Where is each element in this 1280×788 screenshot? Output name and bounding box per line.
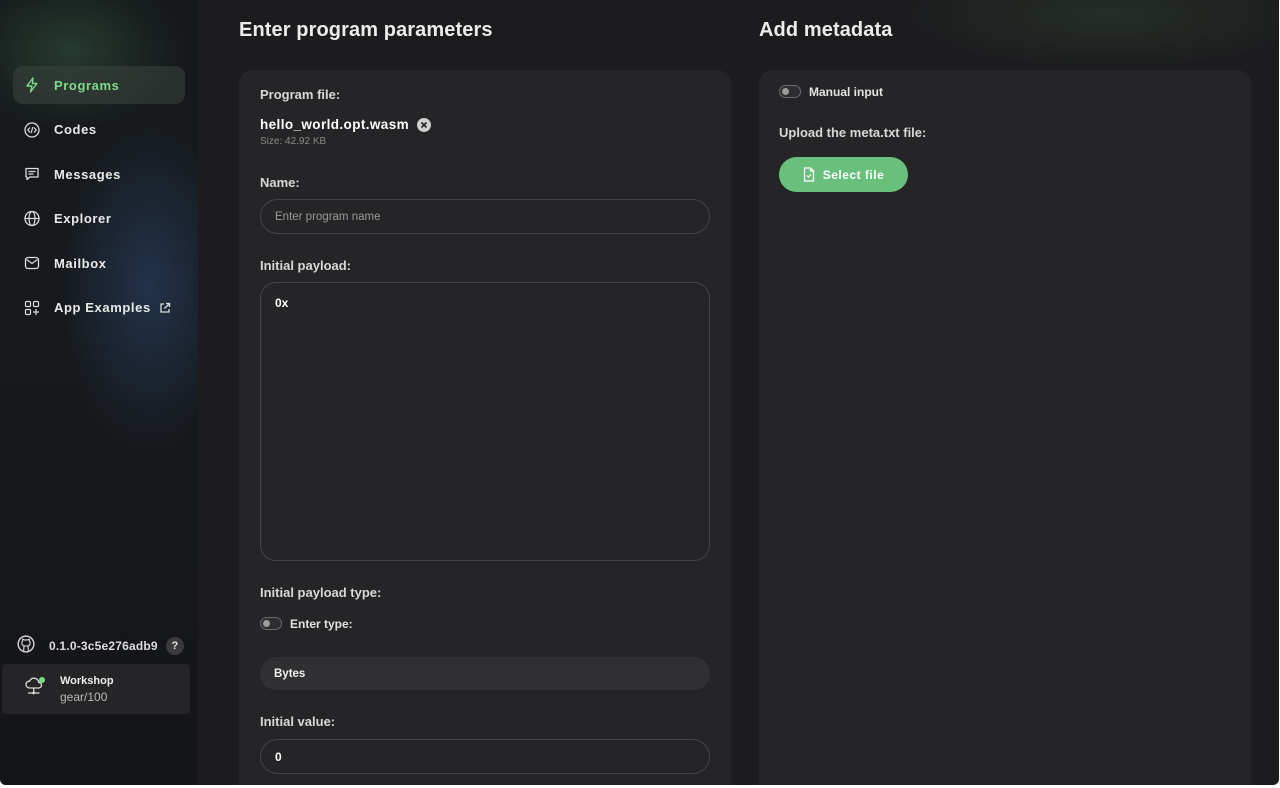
sidebar-item-label: Programs xyxy=(54,77,120,93)
node-name: Workshop xyxy=(60,674,114,687)
lightning-icon xyxy=(24,77,40,93)
select-file-label: Select file xyxy=(822,167,885,182)
github-icon[interactable] xyxy=(17,634,35,658)
sidebar-item-label: Explorer xyxy=(54,211,112,226)
sidebar-item-label: Messages xyxy=(54,166,121,182)
sidebar: Programs Codes Messages Explorer Mailbox… xyxy=(0,0,198,785)
initial-payload-label: Initial payload: xyxy=(260,258,352,273)
apps-icon xyxy=(24,300,40,316)
app-window: Programs Codes Messages Explorer Mailbox… xyxy=(0,0,1279,785)
sidebar-item-programs[interactable]: Programs xyxy=(13,66,185,104)
program-name-input[interactable]: Enter program name xyxy=(260,199,710,234)
node-address: gear/100 xyxy=(60,689,108,704)
metadata-card: Manual input Upload the meta.txt file: S… xyxy=(759,70,1251,785)
sidebar-item-app-examples[interactable]: App Examples xyxy=(13,289,185,327)
version-text: 0.1.0-3c5e276adb9 xyxy=(49,639,158,653)
sidebar-item-codes[interactable]: Codes xyxy=(13,111,185,149)
sidebar-item-mailbox[interactable]: Mailbox xyxy=(13,244,185,282)
sidebar-item-label: Mailbox xyxy=(54,255,107,271)
name-label: Name: xyxy=(260,175,300,190)
file-name-text: hello_world.opt.wasm xyxy=(260,117,410,132)
file-size: Size: 42.92 KB xyxy=(260,136,327,147)
external-link-icon xyxy=(159,302,171,314)
version-info: 0.1.0-3c5e276adb9 ? xyxy=(17,634,184,658)
sidebar-item-label: App Examples xyxy=(54,300,151,315)
cloud-node-icon xyxy=(24,676,46,702)
select-file-button[interactable]: Select file xyxy=(779,157,908,192)
upload-meta-label: Upload the meta.txt file: xyxy=(779,125,927,140)
sidebar-nav: Programs Codes Messages Explorer Mailbox… xyxy=(13,66,185,333)
payload-type-value: Bytes xyxy=(274,667,306,680)
program-name-placeholder: Enter program name xyxy=(275,210,381,223)
manual-input-toggle[interactable] xyxy=(779,85,801,98)
payload-type-select[interactable]: Bytes xyxy=(260,657,710,690)
payload-type-label: Initial payload type: xyxy=(260,585,382,600)
file-icon xyxy=(803,167,815,182)
initial-value-label: Initial value: xyxy=(260,714,336,729)
help-button[interactable]: ? xyxy=(165,637,184,655)
sidebar-item-label: Codes xyxy=(54,122,97,137)
code-icon xyxy=(24,121,40,138)
initial-value-input[interactable]: 0 xyxy=(260,739,710,774)
program-params-card: Program file: hello_world.opt.wasm Size:… xyxy=(239,70,731,785)
program-file-label: Program file: xyxy=(260,87,341,102)
sidebar-item-messages[interactable]: Messages xyxy=(13,155,185,193)
manual-input-label: Manual input xyxy=(809,85,883,99)
program-params-heading: Enter program parameters xyxy=(239,19,493,41)
globe-icon xyxy=(24,210,40,227)
remove-file-icon[interactable] xyxy=(417,117,432,132)
enter-type-toggle[interactable] xyxy=(260,617,282,630)
program-file-name: hello_world.opt.wasm xyxy=(260,117,432,132)
message-icon xyxy=(24,166,40,182)
status-indicator xyxy=(39,676,45,683)
metadata-heading: Add metadata xyxy=(759,19,893,41)
enter-type-label: Enter type: xyxy=(290,617,353,631)
initial-value-text: 0 xyxy=(275,749,282,764)
node-selector[interactable]: Workshop gear/100 xyxy=(2,664,190,714)
initial-payload-textarea[interactable]: 0x xyxy=(260,282,710,561)
mail-icon xyxy=(24,255,40,271)
main-content: Enter program parameters Add metadata Pr… xyxy=(198,0,1279,785)
payload-value: 0x xyxy=(275,296,289,310)
sidebar-item-explorer[interactable]: Explorer xyxy=(13,200,185,238)
